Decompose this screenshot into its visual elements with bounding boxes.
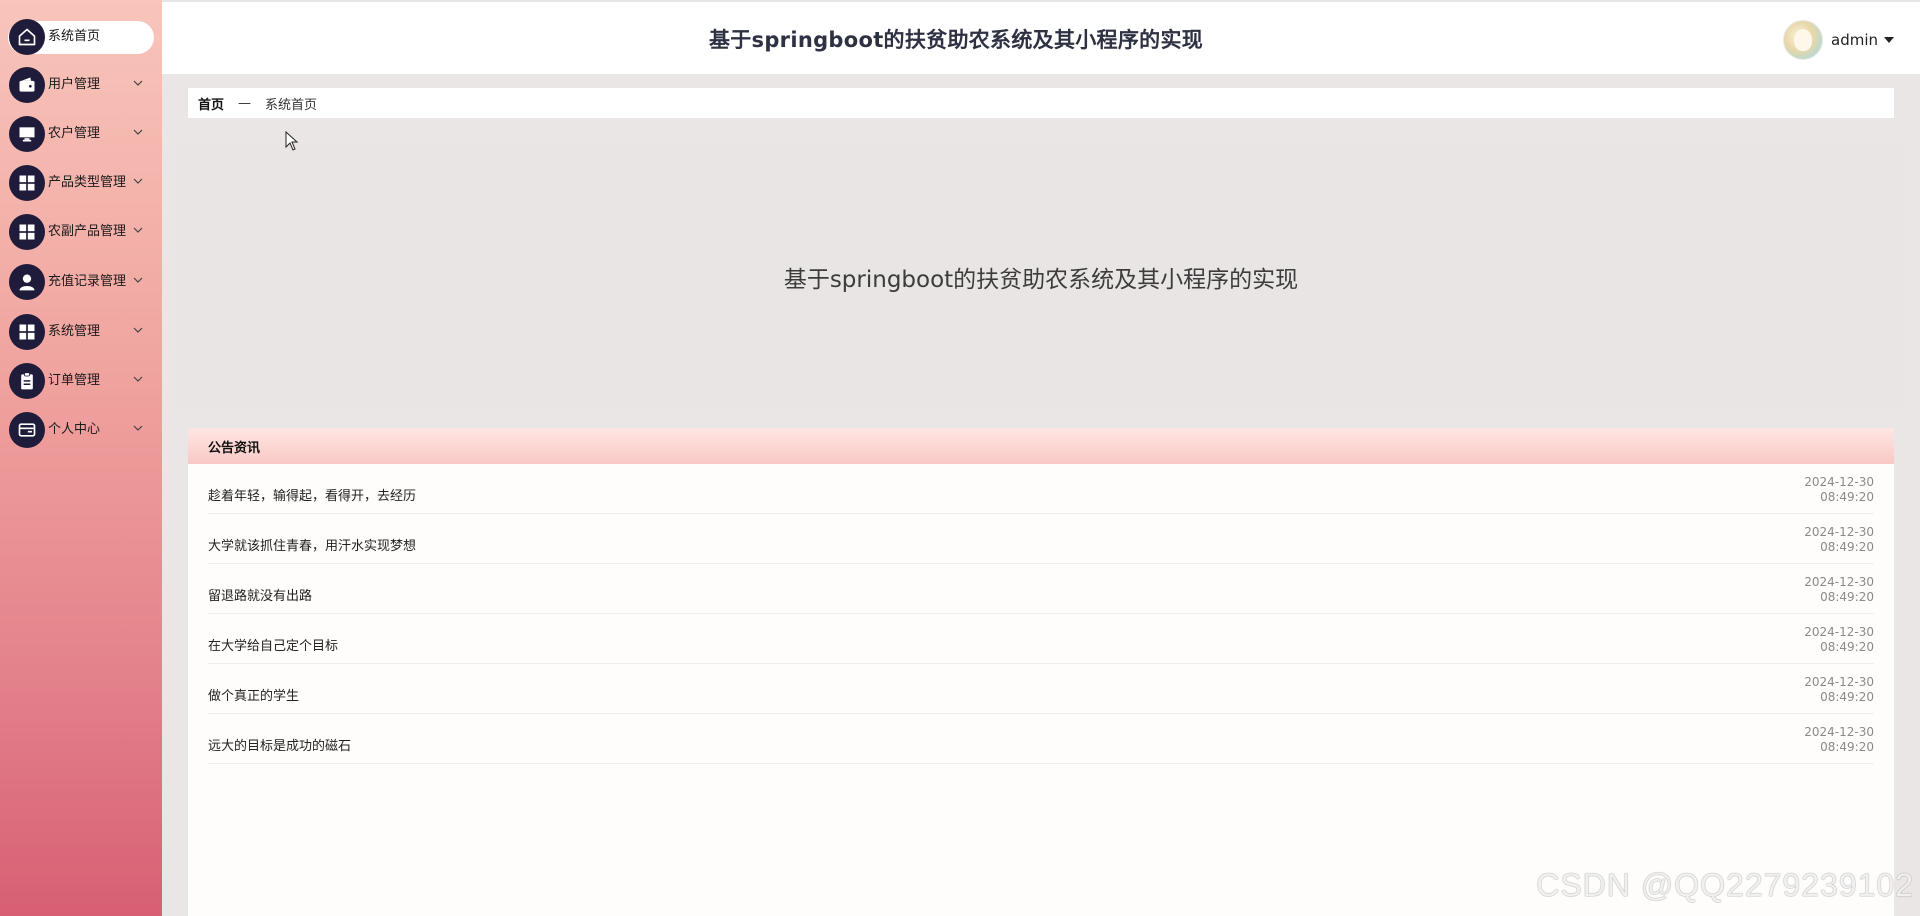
notice-timestamp: 2024-12-30 08:49:20	[1804, 525, 1874, 555]
wallet-icon	[9, 67, 45, 103]
sidebar-item-recharge[interactable]: 充值记录管理	[0, 260, 162, 304]
username-label[interactable]: admin	[1831, 31, 1878, 49]
chevron-down-icon	[133, 129, 143, 135]
list-item[interactable]: 留退路就没有出路 2024-12-30 08:49:20	[208, 564, 1874, 614]
notice-panel: 公告资讯 趁着年轻，输得起，看得开，去经历 2024-12-30 08:49:20…	[188, 428, 1894, 916]
avatar[interactable]	[1783, 20, 1823, 60]
chevron-down-icon	[133, 327, 143, 333]
sidebar-item-products[interactable]: 农副产品管理	[0, 210, 162, 254]
sidebar-item-label: 产品类型管理	[48, 175, 127, 190]
breadcrumb-separator: —	[238, 95, 252, 111]
chevron-down-icon	[133, 376, 143, 382]
sidebar-item-orders[interactable]: 订单管理	[0, 359, 162, 403]
notice-date: 2024-12-30	[1804, 675, 1874, 689]
sidebar-item-label: 农户管理	[48, 126, 101, 141]
sidebar-item-label: 农副产品管理	[48, 224, 127, 239]
sidebar-item-product-types[interactable]: 产品类型管理	[0, 161, 162, 205]
chevron-down-icon	[133, 425, 143, 431]
list-item[interactable]: 远大的目标是成功的磁石 2024-12-30 08:49:20	[208, 714, 1874, 764]
notice-date: 2024-12-30	[1804, 625, 1874, 639]
notice-time: 08:49:20	[1820, 540, 1874, 554]
card-icon	[9, 412, 45, 448]
notice-timestamp: 2024-12-30 08:49:20	[1804, 725, 1874, 755]
main-content: 首页 — 系统首页 基于springboot的扶贫助农系统及其小程序的实现 公告…	[162, 74, 1920, 916]
notice-time: 08:49:20	[1820, 490, 1874, 504]
chevron-down-icon	[133, 277, 143, 283]
home-icon	[9, 19, 45, 55]
notice-timestamp: 2024-12-30 08:49:20	[1804, 475, 1874, 505]
sidebar-item-label: 用户管理	[48, 77, 101, 92]
banner-title: 基于springboot的扶贫助农系统及其小程序的实现	[783, 267, 1299, 293]
grid-icon	[9, 314, 45, 350]
notice-time: 08:49:20	[1820, 640, 1874, 654]
notice-date: 2024-12-30	[1804, 525, 1874, 539]
notice-timestamp: 2024-12-30 08:49:20	[1804, 675, 1874, 705]
sidebar-item-label: 系统首页	[48, 29, 101, 44]
caret-down-icon[interactable]	[1884, 35, 1894, 45]
notice-list: 趁着年轻，输得起，看得开，去经历 2024-12-30 08:49:20 大学就该…	[208, 464, 1874, 764]
clipboard-icon	[9, 363, 45, 399]
list-item[interactable]: 做个真正的学生 2024-12-30 08:49:20	[208, 664, 1874, 714]
sidebar-item-label: 个人中心	[48, 422, 101, 437]
sidebar-item-profile[interactable]: 个人中心	[0, 408, 162, 452]
mouse-pointer-icon	[285, 131, 299, 151]
app-root: 系统首页 用户管理 农户管理 产品类型管理 农副产品管理 充值记录管理 系统管理…	[0, 0, 1920, 916]
sidebar-item-system[interactable]: 系统管理	[0, 310, 162, 354]
watermark: CSDN @QQ2279239102	[1536, 867, 1914, 903]
top-header: 基于springboot的扶贫助农系统及其小程序的实现 admin	[162, 0, 1920, 74]
sidebar-item-label: 订单管理	[48, 373, 101, 388]
notice-title[interactable]: 大学就该抓住青春，用汗水实现梦想	[208, 535, 416, 554]
notice-title[interactable]: 留退路就没有出路	[208, 585, 312, 604]
sidebar: 系统首页 用户管理 农户管理 产品类型管理 农副产品管理 充值记录管理 系统管理…	[0, 0, 162, 916]
grid-icon	[9, 214, 45, 250]
notice-time: 08:49:20	[1820, 690, 1874, 704]
sidebar-item-users[interactable]: 用户管理	[0, 63, 162, 107]
user-menu[interactable]: admin	[1783, 20, 1894, 60]
notice-title[interactable]: 远大的目标是成功的磁石	[208, 735, 351, 754]
sidebar-item-farmers[interactable]: 农户管理	[0, 112, 162, 156]
notice-date: 2024-12-30	[1804, 575, 1874, 589]
chevron-down-icon	[133, 80, 143, 86]
user-icon	[9, 264, 45, 300]
chevron-down-icon	[133, 227, 143, 233]
list-item[interactable]: 大学就该抓住青春，用汗水实现梦想 2024-12-30 08:49:20	[208, 514, 1874, 564]
notice-timestamp: 2024-12-30 08:49:20	[1804, 575, 1874, 605]
monitor-icon	[9, 116, 45, 152]
breadcrumb-home-link[interactable]: 首页	[198, 94, 224, 113]
notice-panel-header: 公告资讯	[188, 428, 1894, 464]
list-item[interactable]: 趁着年轻，输得起，看得开，去经历 2024-12-30 08:49:20	[208, 464, 1874, 514]
notice-date: 2024-12-30	[1804, 725, 1874, 739]
page-title: 基于springboot的扶贫助农系统及其小程序的实现	[708, 28, 1204, 52]
sidebar-item-label: 系统管理	[48, 324, 101, 339]
breadcrumb-current: 系统首页	[265, 97, 318, 113]
sidebar-item-home[interactable]: 系统首页	[0, 15, 162, 59]
notice-title[interactable]: 做个真正的学生	[208, 685, 299, 704]
notice-date: 2024-12-30	[1804, 475, 1874, 489]
notice-timestamp: 2024-12-30 08:49:20	[1804, 625, 1874, 655]
notice-title[interactable]: 在大学给自己定个目标	[208, 635, 338, 654]
notice-title[interactable]: 趁着年轻，输得起，看得开，去经历	[208, 485, 416, 504]
sidebar-item-label: 充值记录管理	[48, 274, 127, 289]
notice-time: 08:49:20	[1820, 740, 1874, 754]
notice-time: 08:49:20	[1820, 590, 1874, 604]
grid-icon	[9, 165, 45, 201]
welcome-banner: 基于springboot的扶贫助农系统及其小程序的实现	[178, 146, 1904, 408]
breadcrumb: 首页 — 系统首页	[188, 88, 1894, 118]
list-item[interactable]: 在大学给自己定个目标 2024-12-30 08:49:20	[208, 614, 1874, 664]
chevron-down-icon	[133, 178, 143, 184]
